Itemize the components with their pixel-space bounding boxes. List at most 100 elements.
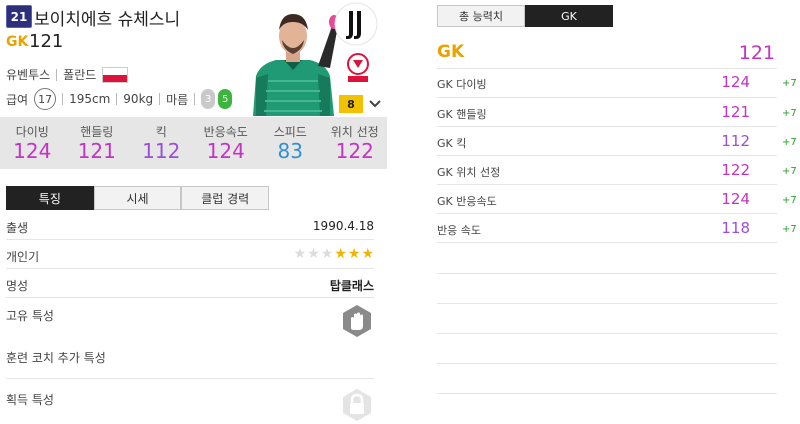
row-divider — [437, 68, 777, 69]
row-divider — [6, 239, 374, 240]
row-divider — [437, 393, 777, 394]
star-empty-icon: ★ — [293, 246, 307, 262]
gk-attr-bonus: +7 — [782, 195, 797, 206]
stat-label: 킥 — [155, 125, 167, 139]
player-ovr: 121 — [29, 31, 64, 52]
club-name: 유벤투스 — [6, 68, 51, 82]
height: 195cm — [69, 92, 111, 106]
tab-gk[interactable]: GK — [525, 5, 613, 27]
row-divider — [437, 155, 777, 156]
gk-attr-bonus: +7 — [782, 78, 797, 89]
row-divider — [437, 242, 777, 243]
gk-attr-value: 118 — [721, 219, 750, 237]
star-empty-icon: ★ — [307, 246, 320, 262]
detail-tabs: 특징 시세 클럽 경력 — [6, 186, 270, 210]
goalkeeper-glove-icon[interactable] — [340, 304, 374, 338]
gk-attr-value: 122 — [721, 161, 750, 179]
main-stats-bar: 다이빙 124 핸들링 121 킥 112 반응속도 124 스피드 83 위치… — [0, 117, 387, 169]
gk-attr-value: 121 — [721, 103, 750, 121]
gk-section-title: GK — [437, 42, 465, 62]
star-filled-icon: ★ — [347, 246, 361, 262]
stat-value: 122 — [335, 139, 374, 163]
gk-attr-label: GK 킥 — [437, 137, 467, 150]
poland-flag-icon — [102, 66, 129, 83]
chevron-down-icon[interactable] — [367, 95, 383, 113]
row-divider — [437, 303, 777, 304]
player-name: 보이치에흐 슈체스니 — [34, 10, 181, 30]
divider — [56, 68, 58, 81]
row-divider — [6, 297, 374, 298]
gk-attr-value: 124 — [721, 73, 750, 91]
gk-attr-bonus: +7 — [782, 224, 797, 235]
stat-reflexes: 반응속도 124 — [194, 117, 259, 169]
row-divider — [6, 268, 374, 269]
reputation-value: 탑클래스 — [329, 279, 374, 293]
pay-label: 급여 — [6, 92, 29, 107]
lock-icon — [343, 389, 371, 421]
club-nation-row: 유벤투스 폴란드 — [6, 66, 129, 83]
poland-federation-icon — [347, 53, 369, 82]
popularity-stars: ★ ★ ★ ★ ★ ★ — [294, 246, 374, 262]
player-position: GK — [6, 34, 29, 50]
weight: 90kg — [123, 92, 154, 106]
row-divider — [437, 273, 777, 274]
gk-attr-value: 112 — [721, 132, 750, 150]
tab-traits[interactable]: 특징 — [6, 186, 94, 210]
body-type: 마름 — [166, 92, 189, 107]
strong-foot-badge: 5 — [218, 89, 233, 109]
row-divider — [6, 378, 374, 379]
gk-attr-bonus: +7 — [782, 166, 797, 177]
star-filled-icon: ★ — [334, 246, 347, 262]
unique-trait-label: 고유 특성 — [6, 309, 54, 323]
physical-info-row: 급여 17 195cm 90kg 마름 3 5 — [6, 88, 233, 110]
stat-value: 124 — [13, 139, 52, 163]
juventus-logo-icon — [334, 2, 378, 46]
stat-label: 핸들링 — [80, 125, 114, 139]
gk-attr-label: 반응 속도 — [437, 224, 481, 237]
stat-label: 다이빙 — [15, 125, 49, 139]
stat-value: 83 — [277, 139, 303, 163]
birth-value: 1990.4.18 — [312, 219, 374, 233]
stat-label: 반응속도 — [203, 125, 248, 139]
tab-club-career[interactable]: 클럽 경력 — [181, 186, 270, 210]
gk-section-value: 121 — [738, 42, 775, 64]
gk-attr-label: GK 위치 선정 — [437, 166, 501, 179]
gk-attr-value: 124 — [721, 190, 750, 208]
player-photo — [253, 14, 338, 116]
weak-foot-badge: 3 — [201, 89, 216, 109]
stat-speed: 스피드 83 — [258, 117, 323, 169]
stat-positioning: 위치 선정 122 — [323, 117, 388, 169]
star-empty-icon: ★ — [320, 246, 334, 262]
divider — [116, 93, 118, 105]
gk-attr-label: GK 반응속도 — [437, 195, 497, 208]
stat-handling: 핸들링 121 — [65, 117, 130, 169]
stat-value: 112 — [142, 139, 181, 163]
tab-total-ability[interactable]: 총 능력치 — [437, 5, 525, 27]
reputation-label: 명성 — [6, 279, 29, 293]
stat-value: 121 — [77, 139, 116, 163]
stat-value: 124 — [206, 139, 245, 163]
gk-attr-label: GK 다이빙 — [437, 78, 487, 91]
acquired-trait-label: 획득 특성 — [6, 393, 54, 407]
gk-attr-label: GK 핸들링 — [437, 108, 487, 121]
grade-badge[interactable]: 8 — [339, 95, 363, 113]
row-divider — [437, 97, 777, 98]
row-divider — [437, 213, 777, 214]
coach-trait-label: 훈련 코치 추가 특성 — [6, 351, 106, 365]
divider — [62, 93, 64, 105]
divider — [159, 93, 161, 105]
divider — [194, 93, 196, 105]
season-badge: 21 — [6, 5, 32, 28]
stat-label: 위치 선정 — [330, 125, 379, 139]
gk-attr-bonus: +7 — [782, 108, 797, 119]
stat-label: 스피드 — [273, 125, 307, 139]
row-divider — [437, 333, 777, 334]
row-divider — [437, 184, 777, 185]
tab-market-price[interactable]: 시세 — [93, 186, 182, 210]
row-divider — [437, 363, 777, 364]
nation-name: 폴란드 — [63, 68, 97, 82]
ability-tabs: 총 능력치 GK — [437, 5, 613, 27]
stat-diving: 다이빙 124 — [0, 117, 65, 169]
gk-attr-bonus: +7 — [782, 137, 797, 148]
pay-badge: 17 — [34, 88, 57, 110]
